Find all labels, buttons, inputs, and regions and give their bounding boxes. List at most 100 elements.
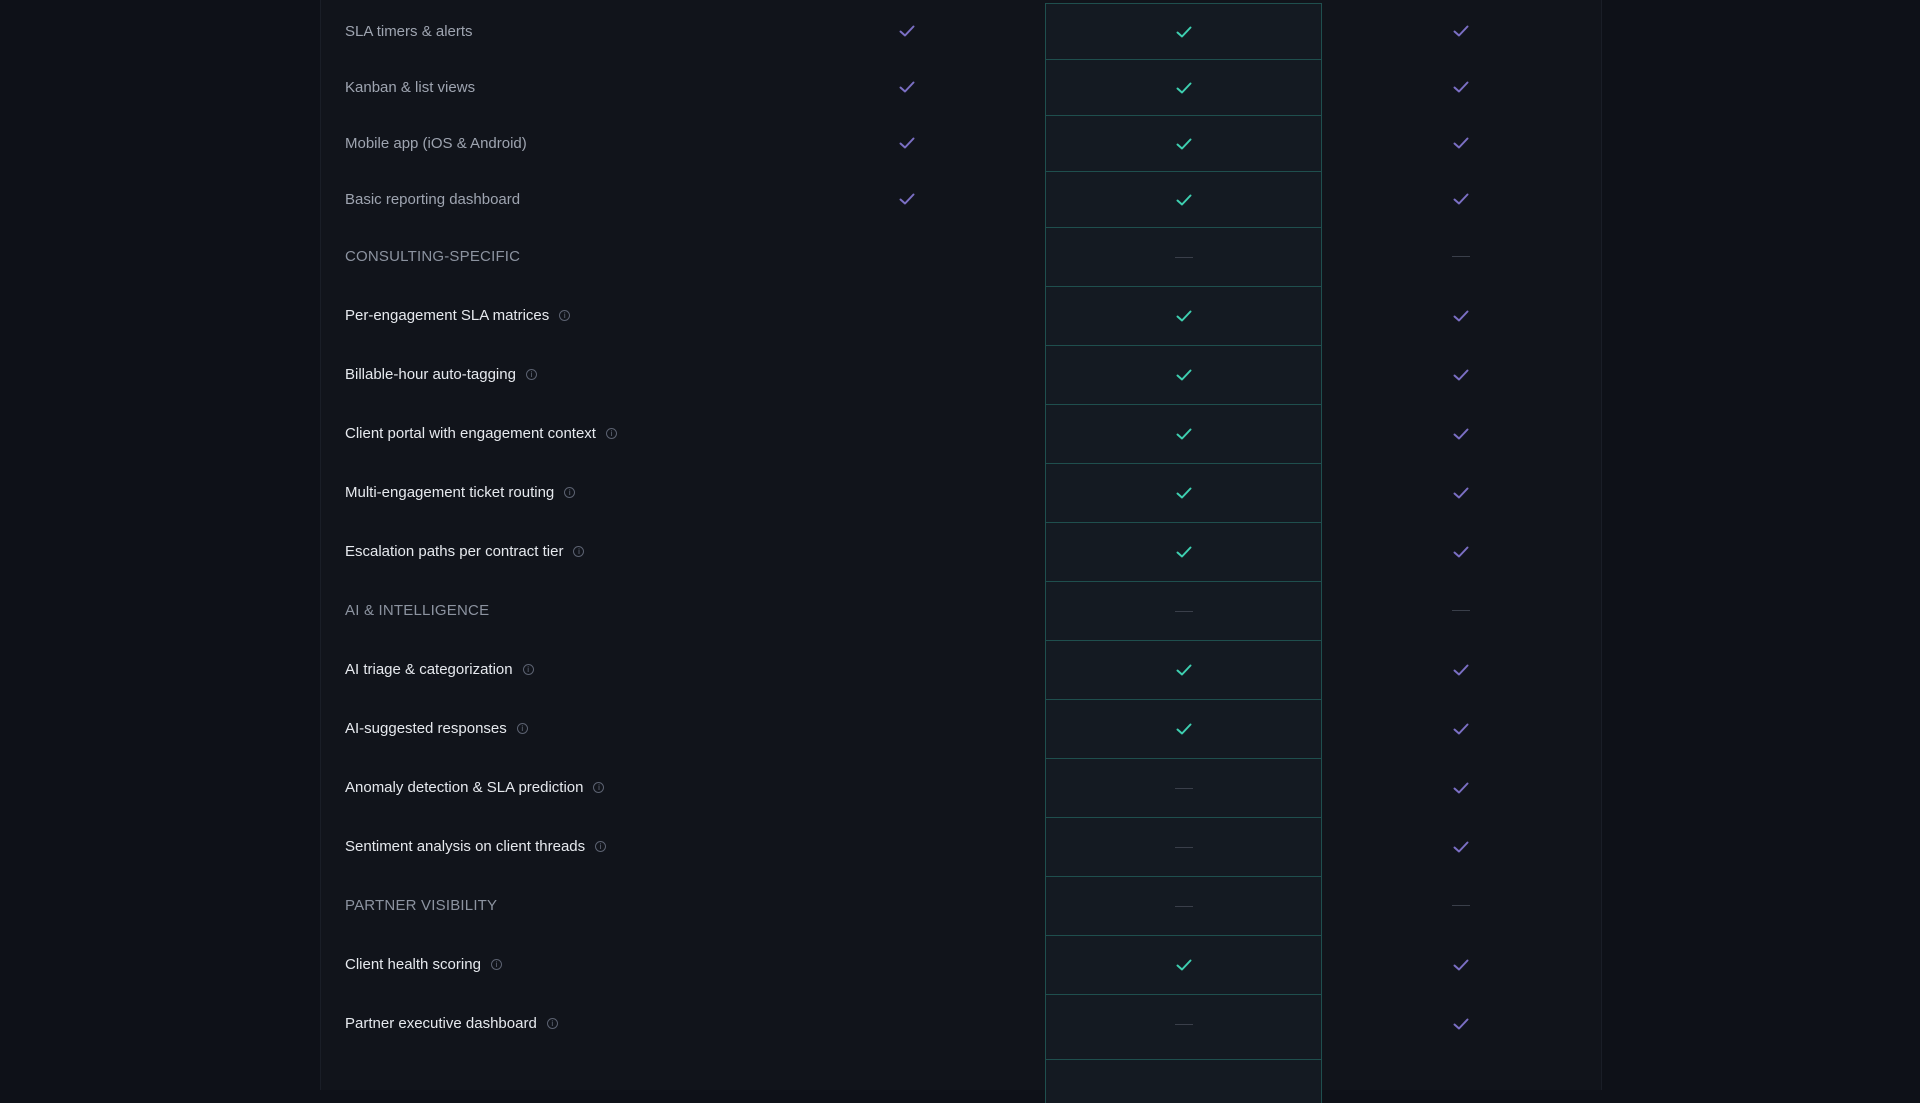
check-icon (1176, 26, 1192, 38)
check-icon (1453, 137, 1469, 149)
plan-cell-c3 (1322, 345, 1599, 404)
plan-cell-c3 (1322, 227, 1599, 286)
dash-icon (1451, 256, 1470, 257)
info-icon[interactable]: i (490, 959, 502, 970)
feature-label-text: AI triage & categorization (345, 661, 513, 678)
plan-cell-c2 (1045, 115, 1322, 171)
section-heading: AI & INTELLIGENCE (321, 602, 1045, 619)
dash-icon (1451, 610, 1470, 611)
feature-label-text: Client health scoring (345, 956, 481, 973)
feature-label: Partner executive dashboard i (321, 1015, 1045, 1032)
info-icon[interactable]: i (605, 428, 617, 439)
feature-label: Anomaly detection & SLA prediction i (321, 779, 1045, 796)
check-icon (1453, 487, 1469, 499)
check-icon (1453, 664, 1469, 676)
feature-label: Multi-engagement ticket routing i (321, 484, 1045, 501)
info-icon[interactable]: i (522, 664, 534, 675)
plan-cell-c2 (1045, 463, 1322, 522)
check-icon (1453, 25, 1469, 37)
feature-label-text: Basic reporting dashboard (345, 190, 521, 208)
check-icon (899, 137, 915, 149)
check-icon (1453, 723, 1469, 735)
info-icon[interactable]: i (595, 841, 607, 852)
feature-label: AI-suggested responses i (321, 720, 1045, 737)
info-icon[interactable]: i (516, 723, 528, 734)
check-icon (1176, 82, 1192, 94)
check-icon (1176, 428, 1192, 440)
feature-label-text: Multi-engagement ticket routing (345, 484, 555, 501)
check-icon (1453, 841, 1469, 853)
feature-label-text: Escalation paths per contract tier (345, 543, 564, 560)
feature-label: Escalation paths per contract tier i (321, 543, 1045, 560)
check-icon (1176, 723, 1192, 735)
plan-cell-c2 (1045, 286, 1322, 345)
check-icon (1453, 310, 1469, 322)
table-row: Partner executive dashboard i (321, 994, 1599, 1053)
plan-cell-c2 (1045, 404, 1322, 463)
check-icon (1453, 369, 1469, 381)
dash-icon (1174, 1023, 1193, 1025)
feature-label: Client portal with engagement context i (321, 425, 1045, 442)
check-icon (899, 193, 915, 205)
check-icon (1176, 138, 1192, 150)
table-row: Client health scoring i (321, 935, 1599, 994)
plan-cell-c3 (1322, 817, 1599, 876)
feature-label-text: SLA timers & alerts (345, 22, 473, 40)
plan-cell-c2 (1045, 581, 1322, 640)
feature-label: Per-engagement SLA matrices i (321, 307, 1045, 324)
plan-cell-c2 (1045, 522, 1322, 581)
plan-cell-c3 (1322, 758, 1599, 817)
plan-cell-c2 (1045, 171, 1322, 227)
check-icon (1176, 194, 1192, 206)
check-icon (899, 25, 915, 37)
feature-comparison-table: SLA timers & alerts Kanban & list views Mo… (321, 3, 1599, 1053)
plan-cell-c3 (1322, 699, 1599, 758)
plan-cell-c2 (1045, 3, 1322, 59)
feature-label: Sentiment analysis on client threads i (321, 838, 1045, 855)
check-icon (1453, 959, 1469, 971)
info-icon[interactable]: i (546, 1018, 558, 1029)
plan-cell-c3 (1322, 581, 1599, 640)
check-icon (899, 81, 915, 93)
feature-label-text: Mobile app (iOS & Android) (345, 134, 527, 152)
table-row: SLA timers & alerts (321, 3, 1599, 59)
plan-cell-c3 (1322, 286, 1599, 345)
plan-cell-c3 (1322, 404, 1599, 463)
highlight-column-divider (1045, 1059, 1322, 1060)
feature-label: Billable-hour auto-tagging i (321, 366, 1045, 383)
dash-icon (1174, 905, 1193, 907)
dash-icon (1451, 905, 1470, 906)
plan-cell-c3 (1322, 876, 1599, 935)
feature-label-text: CONSULTING-SPECIFIC (345, 248, 521, 265)
table-row: Mobile app (iOS & Android) (321, 115, 1599, 171)
table-row: Billable-hour auto-tagging i (321, 345, 1599, 404)
plan-cell-c2 (1045, 227, 1322, 286)
feature-label-text: Kanban & list views (345, 78, 476, 96)
feature-label: Client health scoring i (321, 956, 1045, 973)
feature-label-text: Billable-hour auto-tagging (345, 366, 516, 383)
plan-cell-c2 (1045, 876, 1322, 935)
check-icon (1453, 782, 1469, 794)
table-row: AI-suggested responses i (321, 699, 1599, 758)
section-heading: PARTNER VISIBILITY (321, 897, 1045, 914)
info-icon[interactable]: i (593, 782, 605, 793)
plan-cell-c2 (1045, 699, 1322, 758)
check-icon (1176, 310, 1192, 322)
feature-label-text: AI & INTELLIGENCE (345, 602, 490, 619)
info-icon[interactable]: i (573, 546, 585, 557)
section-row: PARTNER VISIBILITY (321, 876, 1599, 935)
section-heading: CONSULTING-SPECIFIC (321, 248, 1045, 265)
check-icon (1176, 959, 1192, 971)
feature-label: SLA timers & alerts (321, 23, 1045, 40)
info-icon[interactable]: i (559, 310, 571, 321)
plan-cell-c2 (1045, 59, 1322, 115)
table-row: Client portal with engagement context i (321, 404, 1599, 463)
info-icon[interactable]: i (564, 487, 576, 498)
plan-cell-c2 (1045, 935, 1322, 994)
feature-label: Basic reporting dashboard (321, 191, 1045, 208)
info-icon[interactable]: i (525, 369, 537, 380)
plan-cell-c3 (1322, 3, 1599, 59)
plan-cell-c3 (1322, 171, 1599, 227)
check-icon (1453, 428, 1469, 440)
feature-label-text: Sentiment analysis on client threads (345, 838, 586, 855)
